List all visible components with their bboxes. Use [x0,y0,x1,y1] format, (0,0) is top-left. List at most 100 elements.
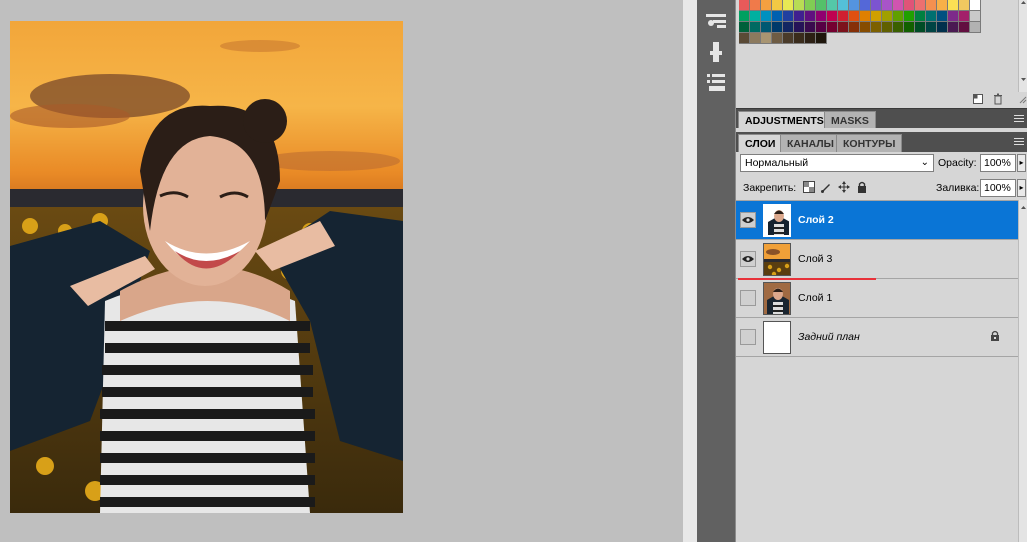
color-swatch[interactable] [772,22,783,33]
color-swatch[interactable] [838,0,849,11]
color-swatch[interactable] [871,11,882,22]
color-swatch[interactable] [849,22,860,33]
tool-presets-icon[interactable] [703,8,729,32]
color-swatch[interactable] [816,0,827,11]
color-swatch[interactable] [849,0,860,11]
color-swatch[interactable] [794,22,805,33]
tab-paths[interactable]: КОНТУРЫ [836,134,903,152]
color-swatch[interactable] [937,11,948,22]
color-swatch[interactable] [970,0,981,11]
color-swatch[interactable] [904,0,915,11]
color-swatch[interactable] [739,22,750,33]
trash-icon[interactable] [992,93,1004,108]
color-swatch[interactable] [827,22,838,33]
color-swatch[interactable] [882,11,893,22]
color-swatch[interactable] [893,0,904,11]
opacity-slider-button[interactable]: ▸ [1017,154,1026,172]
color-swatch[interactable] [750,33,761,44]
color-swatch[interactable] [739,33,750,44]
color-swatch[interactable] [783,11,794,22]
color-swatch[interactable] [750,0,761,11]
color-swatch[interactable] [871,0,882,11]
new-swatch-icon[interactable] [972,93,984,108]
color-swatch[interactable] [904,22,915,33]
color-swatch[interactable] [860,11,871,22]
lock-all-icon[interactable] [855,181,868,194]
color-swatch[interactable] [926,0,937,11]
color-swatch[interactable] [805,0,816,11]
swatches-scrollbar[interactable] [1018,0,1027,92]
color-swatch[interactable] [915,22,926,33]
tab-layers[interactable]: СЛОИ [738,134,783,152]
color-swatch[interactable] [882,0,893,11]
color-swatch[interactable] [761,22,772,33]
clone-source-icon[interactable] [703,70,729,94]
color-swatch[interactable] [783,33,794,44]
color-swatch[interactable] [893,11,904,22]
tab-masks[interactable]: MASKS [824,111,876,129]
color-swatch[interactable] [915,11,926,22]
layer-row[interactable]: Слой 2 [736,201,1018,240]
color-swatch[interactable] [761,33,772,44]
opacity-input[interactable]: 100% [980,154,1016,172]
color-swatch[interactable] [937,22,948,33]
color-swatch[interactable] [805,11,816,22]
color-swatch[interactable] [794,0,805,11]
color-swatch[interactable] [915,0,926,11]
color-swatch[interactable] [816,22,827,33]
color-swatch[interactable] [970,11,981,22]
color-swatch[interactable] [761,0,772,11]
color-swatch[interactable] [816,33,827,44]
layer-visibility-toggle[interactable] [740,329,756,345]
color-swatch[interactable] [783,0,794,11]
layer-visibility-toggle[interactable] [740,290,756,306]
brush-presets-icon[interactable] [703,40,729,64]
document-canvas[interactable] [10,21,403,513]
color-swatch[interactable] [948,0,959,11]
blend-mode-select[interactable]: Нормальный ⌄ [740,154,934,172]
lock-image-pixels-icon[interactable] [819,181,832,194]
color-swatch[interactable] [739,11,750,22]
color-swatch[interactable] [772,11,783,22]
color-swatch[interactable] [882,22,893,33]
color-swatch[interactable] [871,22,882,33]
color-swatch[interactable] [739,0,750,11]
color-swatch[interactable] [827,11,838,22]
color-swatch[interactable] [838,22,849,33]
color-swatch[interactable] [794,11,805,22]
color-swatch[interactable] [948,11,959,22]
resize-grip-icon[interactable] [1019,95,1027,107]
color-swatch[interactable] [772,0,783,11]
color-swatch[interactable] [860,0,871,11]
lock-transparent-pixels-icon[interactable] [802,181,815,194]
layer-row[interactable]: Задний план [736,318,1018,357]
color-swatch[interactable] [750,22,761,33]
fill-input[interactable]: 100% [980,179,1016,197]
color-swatch[interactable] [860,22,871,33]
lock-position-icon[interactable] [837,181,850,194]
layers-panel-menu-icon[interactable] [1014,138,1024,145]
panel-menu-icon[interactable] [1014,115,1024,122]
color-swatch[interactable] [794,33,805,44]
fill-slider-button[interactable]: ▸ [1017,179,1026,197]
layer-row[interactable]: Слой 3 [736,240,1018,279]
color-swatch[interactable] [937,0,948,11]
color-swatch[interactable] [926,22,937,33]
color-swatch[interactable] [827,0,838,11]
color-swatch[interactable] [838,11,849,22]
color-swatch[interactable] [959,11,970,22]
layer-visibility-toggle[interactable] [740,212,756,228]
color-swatch[interactable] [761,11,772,22]
color-swatch[interactable] [926,11,937,22]
color-swatch[interactable] [948,22,959,33]
color-swatch[interactable] [772,33,783,44]
tab-channels[interactable]: КАНАЛЫ [780,134,841,152]
layers-scrollbar[interactable] [1018,200,1027,542]
color-swatch[interactable] [849,11,860,22]
color-swatch[interactable] [959,0,970,11]
color-swatch[interactable] [959,22,970,33]
color-swatch[interactable] [783,22,794,33]
color-swatch[interactable] [970,22,981,33]
color-swatch[interactable] [750,11,761,22]
tab-adjustments[interactable]: ADJUSTMENTS [738,111,831,129]
